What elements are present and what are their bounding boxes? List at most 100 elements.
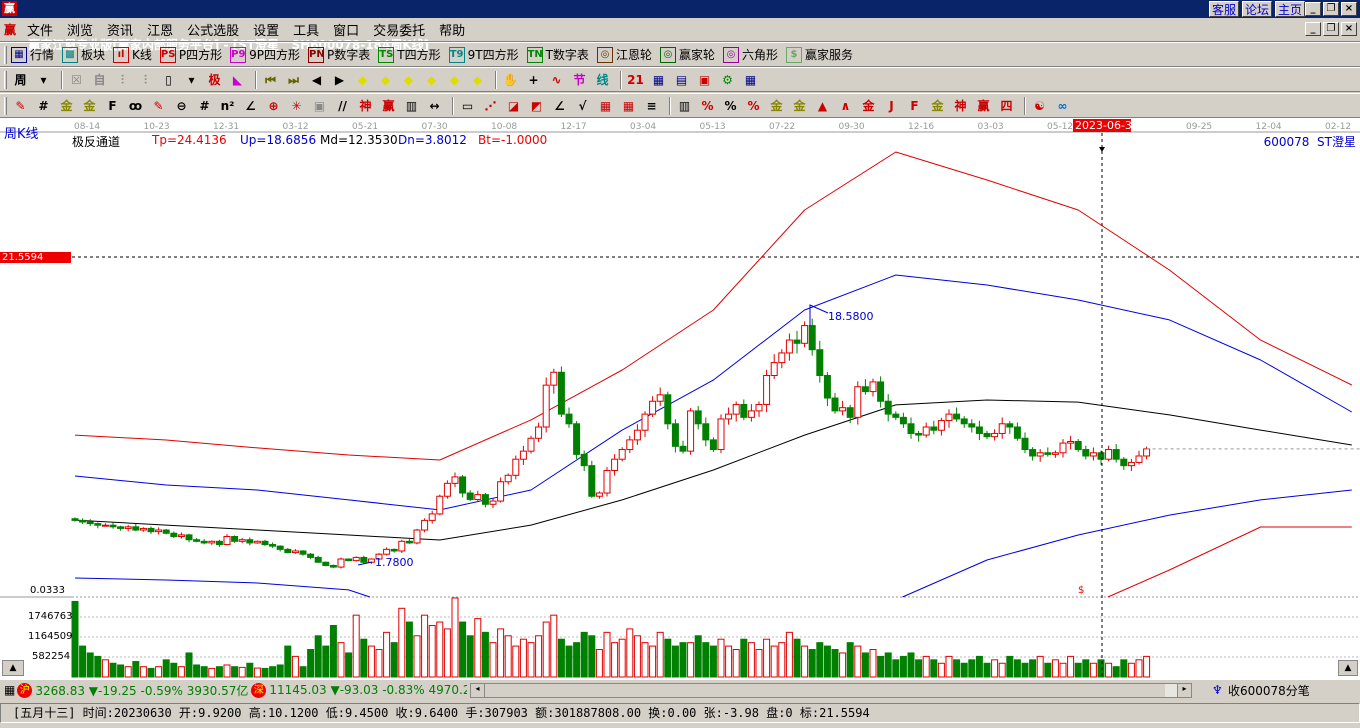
- toolbar-button-hexagon[interactable]: ◎ 六角形: [722, 46, 778, 63]
- angle2-icon[interactable]: ∠: [550, 97, 569, 115]
- drop-icon[interactable]: ▲: [813, 97, 832, 115]
- ying2-icon[interactable]: 赢: [974, 97, 993, 115]
- save-icon[interactable]: ▣: [695, 71, 714, 89]
- print-icon[interactable]: ▦: [741, 71, 760, 89]
- network-icon[interactable]: ⚙: [718, 71, 737, 89]
- menu-item[interactable]: 资讯: [100, 20, 140, 39]
- toolbar-button-ps[interactable]: PS P四方形: [159, 46, 222, 63]
- triangle-chart-icon[interactable]: ◣: [228, 71, 247, 89]
- toolbar-button-gann-wheel[interactable]: ◎ 江恩轮: [596, 46, 652, 63]
- ying-icon[interactable]: 赢: [379, 97, 398, 115]
- toolbar-button-kline[interactable]: ıl K线: [113, 46, 152, 63]
- diamond-left-icon[interactable]: ◆: [353, 71, 372, 89]
- toolbar-button-blocks[interactable]: ▩ 板块: [62, 46, 105, 63]
- menu-item[interactable]: 公式选股: [180, 20, 246, 39]
- rect-icon[interactable]: ▭: [458, 97, 477, 115]
- toolbar-button-yingjia-wheel[interactable]: ◎ 赢家轮: [659, 46, 715, 63]
- collapse-up-button[interactable]: ▲: [2, 660, 24, 676]
- customer-service-link[interactable]: 客服: [1209, 1, 1240, 17]
- n2-icon[interactable]: n²: [218, 97, 237, 115]
- homepage-link[interactable]: 主页: [1275, 1, 1306, 17]
- toolbar-button-t9[interactable]: T9 9T四方形: [448, 46, 519, 63]
- pattern-icon[interactable]: ☒: [67, 71, 86, 89]
- yinyang-icon[interactable]: ☯: [1030, 97, 1049, 115]
- v-icon[interactable]: √: [573, 97, 592, 115]
- calculator-icon[interactable]: ▦: [649, 71, 668, 89]
- week-period-icon[interactable]: 周: [11, 71, 30, 89]
- hash2-icon[interactable]: #: [195, 97, 214, 115]
- gold4-icon[interactable]: 金: [859, 97, 878, 115]
- toolbar-button-dollar[interactable]: $ 赢家服务: [785, 46, 853, 63]
- grid3-icon[interactable]: ▦: [619, 97, 638, 115]
- ji-icon[interactable]: 极: [205, 71, 224, 89]
- menu-item[interactable]: 工具: [286, 20, 326, 39]
- angle-icon[interactable]: ∠: [241, 97, 260, 115]
- wave-icon[interactable]: ∧: [836, 97, 855, 115]
- child-restore-button[interactable]: ❐: [1323, 22, 1339, 36]
- scroll-left-button[interactable]: ◂: [471, 684, 485, 697]
- shen2-icon[interactable]: 神: [951, 97, 970, 115]
- toolbar-button-tn[interactable]: TN T数字表: [526, 46, 589, 63]
- forum-link[interactable]: 论坛: [1242, 1, 1273, 17]
- self-icon[interactable]: 自: [90, 71, 109, 89]
- hand-icon[interactable]: ✋: [501, 71, 520, 89]
- horizontal-scrollbar[interactable]: ◂ ▸: [470, 683, 1192, 698]
- pct2-icon[interactable]: %: [721, 97, 740, 115]
- slash-icon[interactable]: //: [333, 97, 352, 115]
- pct-icon[interactable]: %: [698, 97, 717, 115]
- scroll-right-button[interactable]: ▸: [1177, 684, 1191, 697]
- close-button[interactable]: ×: [1341, 2, 1357, 16]
- grid2-icon[interactable]: ▦: [596, 97, 615, 115]
- first-icon[interactable]: ⏮: [261, 71, 280, 89]
- dropdown-icon[interactable]: ▾: [34, 71, 53, 89]
- j-icon[interactable]: J: [882, 97, 901, 115]
- line-icon[interactable]: ∿: [547, 71, 566, 89]
- last-icon[interactable]: ⏭: [284, 71, 303, 89]
- gold5-icon[interactable]: 金: [928, 97, 947, 115]
- infinity-icon[interactable]: ∞: [1053, 97, 1072, 115]
- f-icon[interactable]: F: [103, 97, 122, 115]
- f2-icon[interactable]: F: [905, 97, 924, 115]
- box-icon[interactable]: ▣: [310, 97, 329, 115]
- diamond-lr-icon[interactable]: ◆: [399, 71, 418, 89]
- arrows-icon[interactable]: ↔: [425, 97, 444, 115]
- left-icon[interactable]: ◀: [307, 71, 326, 89]
- lines-icon[interactable]: ≡: [642, 97, 661, 115]
- fan-icon[interactable]: ⋰: [481, 97, 500, 115]
- spiral-icon[interactable]: ꝏ: [126, 97, 145, 115]
- menu-item[interactable]: 浏览: [60, 20, 100, 39]
- coin-icon[interactable]: 金: [767, 97, 786, 115]
- collapse-up-button-right[interactable]: ▲: [1338, 660, 1358, 676]
- restore-button[interactable]: ❐: [1323, 2, 1339, 16]
- grid-icon[interactable]: ▥: [402, 97, 421, 115]
- shen-icon[interactable]: 神: [356, 97, 375, 115]
- right-icon[interactable]: ▶: [330, 71, 349, 89]
- hash-icon[interactable]: #: [34, 97, 53, 115]
- jie-icon[interactable]: 节: [570, 71, 589, 89]
- target-icon[interactable]: ⊕: [264, 97, 283, 115]
- gold2-icon[interactable]: 金: [80, 97, 99, 115]
- menu-item[interactable]: 帮助: [432, 20, 472, 39]
- pct3-icon[interactable]: %: [744, 97, 763, 115]
- app-menu-icon[interactable]: 赢: [4, 21, 16, 38]
- menu-item[interactable]: 文件: [20, 20, 60, 39]
- sh-index-badge[interactable]: 沪: [17, 682, 33, 698]
- calendar-icon[interactable]: 21: [626, 71, 645, 89]
- notes-icon[interactable]: ▤: [672, 71, 691, 89]
- minimize-button[interactable]: _: [1305, 2, 1321, 16]
- candle-icon[interactable]: ▯: [159, 71, 178, 89]
- circle-icon[interactable]: ⊖: [172, 97, 191, 115]
- diamond-all-icon[interactable]: ◆: [468, 71, 487, 89]
- bars2-icon[interactable]: ⫶: [136, 71, 155, 89]
- menu-item[interactable]: 窗口: [326, 20, 366, 39]
- gold3-icon[interactable]: 金: [790, 97, 809, 115]
- toolbar-button-p9[interactable]: P9 9P四方形: [230, 46, 300, 63]
- child-minimize-button[interactable]: _: [1305, 22, 1321, 36]
- kline-chart[interactable]: 08-14 10-23 12-31 03-12 05-21 07-30 10-08 12-17…: [0, 118, 1360, 680]
- sz-index-badge[interactable]: 深: [251, 682, 267, 698]
- chart-canvas[interactable]: 08-14 10-23 12-31 03-12 05-21 07-30 10-08 12-17…: [0, 118, 1360, 680]
- child-close-button[interactable]: ×: [1341, 22, 1357, 36]
- fan3-icon[interactable]: ◩: [527, 97, 546, 115]
- diamond-x-icon[interactable]: ◆: [422, 71, 441, 89]
- diamond-right-icon[interactable]: ◆: [376, 71, 395, 89]
